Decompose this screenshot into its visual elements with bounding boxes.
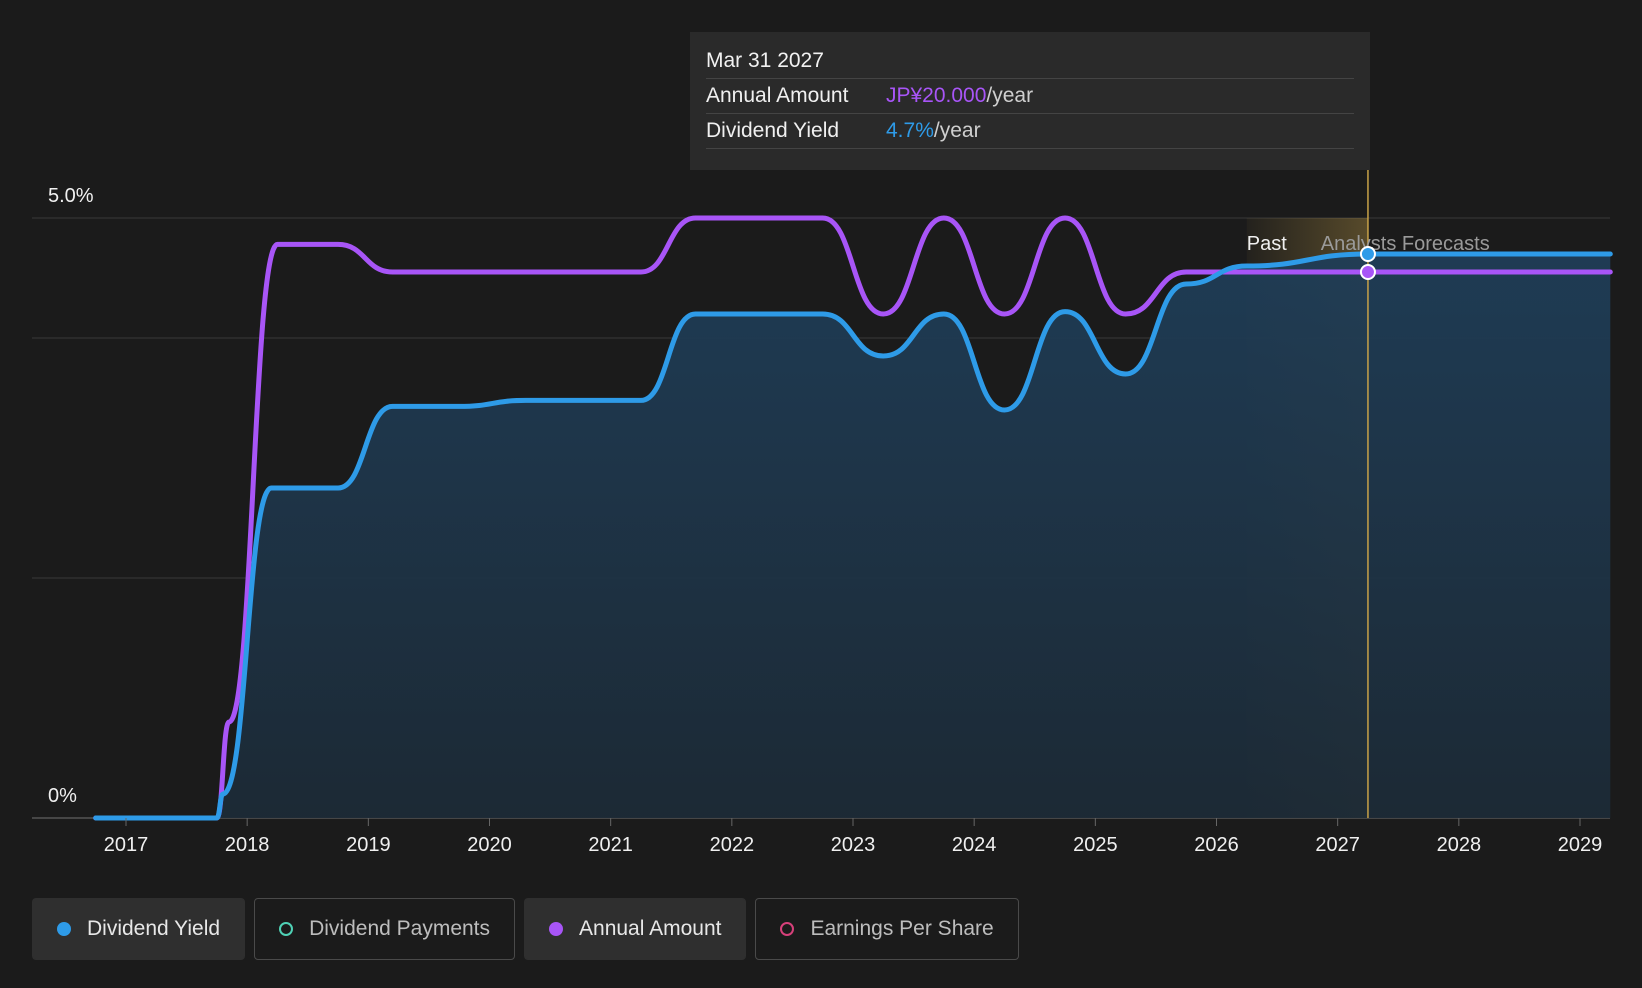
legend-earnings-per-share[interactable]: Earnings Per Share xyxy=(755,898,1019,960)
tooltip-unit: /year xyxy=(933,119,981,142)
legend-ring-icon xyxy=(780,922,795,936)
legend-label: Dividend Payments xyxy=(309,917,491,940)
yield-hover-marker xyxy=(1359,246,1376,262)
x-tick-label: 2027 xyxy=(1315,834,1360,856)
legend-label: Dividend Yield xyxy=(87,917,221,940)
legend-dividend-yield[interactable]: Dividend Yield xyxy=(32,898,246,960)
tooltip-row-dividend-yield: Dividend Yield 4.7%/year xyxy=(706,114,1354,149)
amount-hover-marker xyxy=(1359,264,1376,280)
legend-dividend-payments[interactable]: Dividend Payments xyxy=(254,898,516,960)
tooltip-unit: /year xyxy=(986,84,1034,107)
x-tick-label: 2024 xyxy=(952,834,997,856)
tooltip-label: Annual Amount xyxy=(706,84,849,107)
legend-label: Annual Amount xyxy=(579,917,722,940)
tooltip-label: Dividend Yield xyxy=(706,119,840,142)
legend: Dividend Yield Dividend Payments Annual … xyxy=(32,898,1019,960)
x-tick-label: 2029 xyxy=(1558,834,1603,856)
y-tick-label-bottom: 0% xyxy=(48,785,77,807)
legend-ring-icon xyxy=(279,922,294,936)
legend-dot-icon xyxy=(57,922,71,936)
x-tick-label: 2025 xyxy=(1073,834,1118,856)
x-tick-label: 2019 xyxy=(346,834,391,856)
x-tick-label: 2017 xyxy=(104,834,149,856)
tooltip-date: Mar 31 2027 xyxy=(706,46,1354,79)
x-tick-label: 2021 xyxy=(588,834,633,856)
tooltip-row-annual-amount: Annual Amount JP¥20.000/year xyxy=(706,79,1354,114)
tooltip-value: 4.7% xyxy=(886,119,934,142)
x-tick-label: 2023 xyxy=(831,834,876,856)
forecast-region-label: Analysts Forecasts xyxy=(1321,233,1490,255)
x-tick-label: 2028 xyxy=(1437,834,1482,856)
x-tick-label: 2022 xyxy=(710,834,755,856)
hover-tooltip: Mar 31 2027 Annual Amount JP¥20.000/year… xyxy=(690,32,1370,170)
y-tick-label-top: 5.0% xyxy=(48,185,94,207)
x-axis-ticks: 2017 2018 2019 2020 2021 2022 2023 2024 2025 2026… xyxy=(104,818,1603,856)
past-region-label: Past xyxy=(1247,233,1287,255)
x-tick-label: 2026 xyxy=(1194,834,1239,856)
x-tick-label: 2020 xyxy=(467,834,512,856)
legend-label: Earnings Per Share xyxy=(810,917,994,940)
x-tick-label: 2018 xyxy=(225,834,270,856)
tooltip-value: JP¥20.000 xyxy=(886,84,987,107)
legend-annual-amount[interactable]: Annual Amount xyxy=(524,898,747,960)
legend-dot-icon xyxy=(549,922,564,936)
